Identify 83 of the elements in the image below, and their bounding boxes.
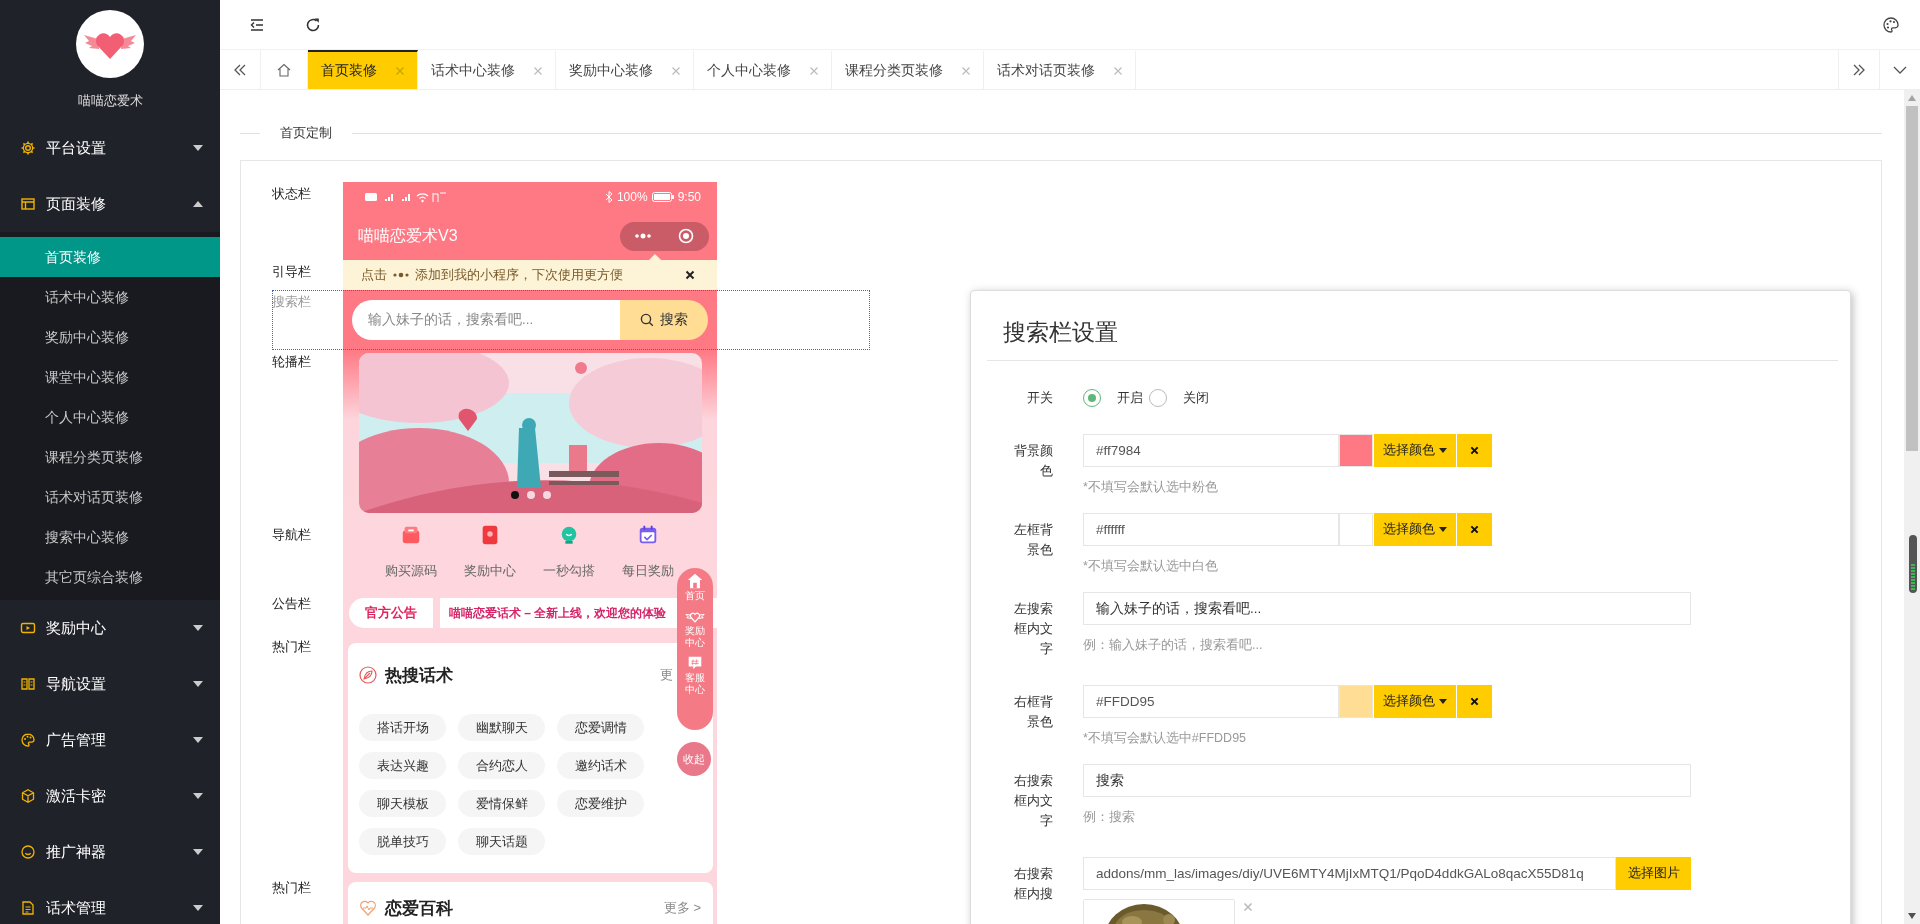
guide-text: 添加到我的小程序，下次使用更方便 [415, 266, 623, 284]
hint-text: 例：输入妹子的话，搜索看吧... [1083, 637, 1264, 654]
section-label: 热门栏 [272, 879, 312, 897]
submenu-item[interactable]: 其它页综合装修 [0, 557, 220, 597]
section-label: 导航栏 [272, 526, 312, 544]
hint-text: 例：搜索 [1083, 809, 1136, 826]
submenu-item[interactable]: 话术对话页装修 [0, 477, 220, 517]
section-heading: 首页定制 [279, 124, 333, 142]
field-label: 开关 [1026, 389, 1053, 407]
card-title: 恋爱百科 [385, 897, 453, 920]
section-label: 热门栏 [272, 638, 312, 656]
battery-level: 100% [616, 190, 648, 204]
more-link[interactable]: 更多 > [663, 899, 701, 917]
section-label: 引导栏 [272, 263, 312, 281]
hint-text: *不填写会默认选中白色 [1083, 558, 1219, 575]
submenu-item[interactable]: 个人中心装修 [0, 397, 220, 437]
section-label: 公告栏 [272, 595, 312, 613]
panel-title: 搜索栏设置 [1003, 318, 1119, 347]
topic-tag[interactable]: 脱单技巧 [359, 828, 446, 855]
section-label: 状态栏 [272, 185, 312, 203]
page-tab[interactable]: 首页装修 [308, 50, 418, 89]
menu-item[interactable]: 奖励中心 [0, 600, 220, 656]
page-tab[interactable]: 个人中心装修 [694, 50, 832, 89]
nav-label[interactable]: 每日奖励 [621, 561, 674, 581]
field-label: 右搜索框内文字 [1013, 772, 1053, 830]
color-input[interactable]: #FFDD95 [1083, 685, 1339, 718]
page-tab[interactable]: 话术中心装修 [418, 50, 556, 89]
nav-label[interactable]: 购买源码 [384, 561, 437, 581]
topic-tag[interactable]: 幽默聊天 [458, 714, 545, 741]
menu-item[interactable]: 激活卡密 [0, 768, 220, 824]
pick-color-button[interactable]: 选择颜色 [1374, 685, 1456, 718]
hint-text: *不填写会默认选中粉色 [1083, 479, 1219, 496]
card-title: 热搜话术 [385, 664, 453, 687]
app-title: 喵喵恋爱术V3 [358, 225, 458, 246]
radio-label[interactable]: 开启 [1117, 389, 1143, 407]
page-tab[interactable]: 话术对话页装修 [984, 50, 1136, 89]
image-path-input[interactable]: addons/mm_las/images/diy/UVE6MTY4MjIxMTQ1/PqoD4ddkGALo8qacX55D81q [1083, 857, 1616, 890]
submenu-item[interactable]: 课堂中心装修 [0, 357, 220, 397]
field-label: 左搜索框内文字 [1013, 600, 1053, 658]
field-label: 左框背景色 [1013, 521, 1053, 559]
field-label: 背景颜色 [1013, 442, 1053, 480]
guide-text: 点击 [361, 266, 387, 284]
topic-tag[interactable]: 爱情保鲜 [458, 790, 545, 817]
section-label: 轮播栏 [272, 353, 312, 371]
submenu-item[interactable]: 课程分类页装修 [0, 437, 220, 477]
color-input[interactable]: #ffffff [1083, 513, 1339, 546]
text-input[interactable]: 搜索 [1083, 764, 1691, 797]
page-tab[interactable]: 奖励中心装修 [556, 50, 694, 89]
topic-tag[interactable]: 聊天模板 [359, 790, 446, 817]
menu-item[interactable]: 推广神器 [0, 824, 220, 880]
topic-tag[interactable]: 恋爱调情 [557, 714, 644, 741]
submenu-item[interactable]: 首页装修 [0, 237, 220, 277]
color-input[interactable]: #ff7984 [1083, 434, 1339, 467]
menu-item[interactable]: 页面装修 [0, 176, 220, 232]
text-input[interactable]: 输入妹子的话，搜索看吧... [1083, 592, 1691, 625]
more-link[interactable]: 更 [660, 666, 673, 684]
notice-tag: 官方公告 [349, 598, 433, 628]
page-tab[interactable]: 课程分类页装修 [832, 50, 984, 89]
pick-color-button[interactable]: 选择颜色 [1374, 513, 1456, 546]
clock-time: 9:50 [677, 190, 701, 204]
pick-color-button[interactable]: 选择颜色 [1374, 434, 1456, 467]
hint-text: *不填写会默认选中#FFDD95 [1083, 730, 1248, 747]
choose-image-button[interactable]: 选择图片 [1616, 857, 1691, 890]
menu-item[interactable]: 广告管理 [0, 712, 220, 768]
radio-label[interactable]: 关闭 [1183, 389, 1209, 407]
topic-tag[interactable]: 合约恋人 [458, 752, 545, 779]
field-label: 右框背景色 [1013, 693, 1053, 731]
menu-item[interactable]: 导航设置 [0, 656, 220, 712]
submenu-item[interactable]: 奖励中心装修 [0, 317, 220, 357]
brand-name: 喵喵恋爱术 [77, 92, 143, 110]
submenu-item[interactable]: 话术中心装修 [0, 277, 220, 317]
topic-tag[interactable]: 恋爱维护 [557, 790, 644, 817]
topic-tag[interactable]: 邀约话术 [557, 752, 644, 779]
menu-item[interactable]: 话术管理 [0, 880, 220, 924]
topic-tag[interactable]: 表达兴趣 [359, 752, 446, 779]
submenu-item[interactable]: 搜索中心装修 [0, 517, 220, 557]
nav-label[interactable]: 一秒勾搭 [542, 561, 595, 581]
menu-item[interactable]: 平台设置 [0, 120, 220, 176]
topic-tag[interactable]: 聊天话题 [458, 828, 545, 855]
field-label: 右搜索框内搜 [1013, 865, 1053, 903]
section-label: 搜索栏 [272, 293, 312, 311]
nav-label[interactable]: 奖励中心 [463, 561, 516, 581]
topic-tag[interactable]: 搭话开场 [359, 714, 446, 741]
